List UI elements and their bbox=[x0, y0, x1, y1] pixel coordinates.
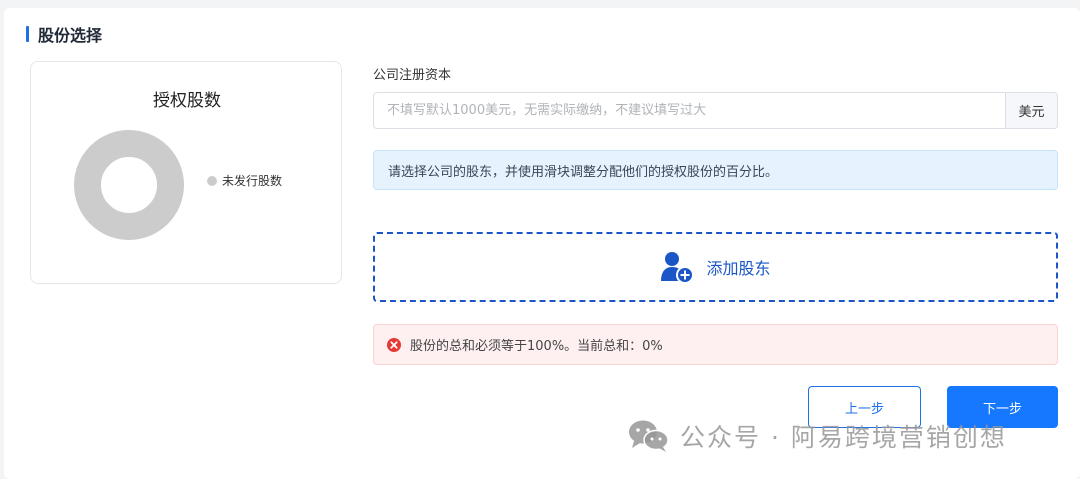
info-alert-text: 请选择公司的股东，并使用滑块调整分配他们的授权股份的百分比。 bbox=[388, 164, 779, 180]
donut-slice-未发行股数 bbox=[74, 130, 184, 240]
shares-donut-chart bbox=[74, 130, 184, 240]
add-shareholder-button[interactable]: 添加股东 bbox=[373, 232, 1058, 302]
wechat-icon bbox=[629, 420, 669, 452]
chart-legend: 未发行股数 bbox=[207, 172, 282, 189]
info-alert: 请选择公司的股东，并使用滑块调整分配他们的授权股份的百分比。 bbox=[373, 150, 1058, 190]
capital-label: 公司注册资本 bbox=[373, 68, 452, 83]
legend-dot bbox=[207, 175, 217, 186]
currency-suffix: 美元 bbox=[1005, 93, 1057, 128]
capital-input-group: 美元 bbox=[373, 92, 1058, 129]
legend-label: 未发行股数 bbox=[222, 174, 283, 188]
section-title-text: 股份选择 bbox=[38, 26, 103, 45]
capital-input[interactable] bbox=[374, 93, 1005, 128]
add-shareholder-label: 添加股东 bbox=[706, 259, 771, 278]
section-title-bar bbox=[26, 26, 29, 42]
chart-title: 授权股数 bbox=[153, 91, 221, 111]
watermark: 公众号 · 阿易跨境营销创想 bbox=[628, 418, 1007, 454]
error-icon bbox=[387, 337, 401, 352]
error-alert-text: 股份的总和必须等于100%。当前总和：0% bbox=[410, 339, 663, 354]
section-title: 股份选择 bbox=[26, 24, 103, 45]
watermark-text: 公众号 · 阿易跨境营销创想 bbox=[680, 423, 1007, 452]
error-alert: 股份的总和必须等于100%。当前总和：0% bbox=[373, 324, 1058, 365]
add-user-icon bbox=[661, 252, 695, 284]
